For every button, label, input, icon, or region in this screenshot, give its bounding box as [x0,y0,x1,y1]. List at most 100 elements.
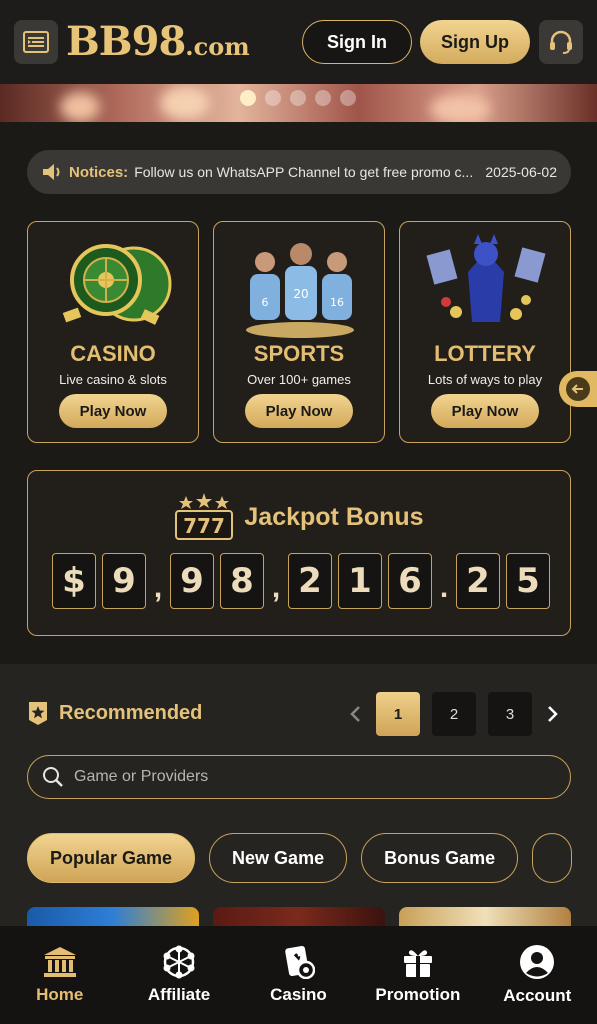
carousel-dots [240,90,356,106]
category-card-casino[interactable]: CASINO Live casino & slots Play Now [27,221,199,443]
speaker-icon [43,164,60,180]
chevron-right-icon [548,706,558,722]
play-now-button[interactable]: Play Now [245,394,353,428]
home-bank-icon [43,947,76,977]
nav-label: Casino [270,985,327,1004]
star-badge-icon [29,702,47,725]
category-title: LOTTERY [434,341,536,366]
jackpot-digit: 2 [456,553,500,609]
jackpot-header: 777 Jackpot Bonus [28,493,570,541]
carousel-dot[interactable] [315,90,331,106]
headset-icon [550,30,572,54]
play-now-button[interactable]: Play Now [431,394,539,428]
sign-in-button[interactable]: Sign In [302,20,412,64]
recommended-header: Recommended [27,700,202,726]
nav-casino[interactable]: Casino [243,945,353,1005]
search-input[interactable] [74,768,556,786]
jackpot-digit: 5 [506,553,550,609]
nav-home[interactable]: Home [5,945,115,1005]
category-title: SPORTS [253,341,345,366]
nav-label: Home [36,985,84,1004]
pagination: 1 2 3 [346,692,562,736]
play-now-button[interactable]: Play Now [59,394,167,428]
page-button[interactable]: 2 [432,692,476,736]
account-icon [520,945,555,979]
svg-text:6: 6 [262,296,269,309]
logo-suffix-text: .com [185,32,250,61]
game-thumbnail[interactable] [27,907,199,927]
svg-text:20: 20 [293,287,308,301]
football-players-icon: 20 6 16 [246,243,354,338]
notice-message: Follow us on WhatsAPP Channel to get fre… [134,164,474,180]
menu-icon [23,31,49,53]
nav-promotion[interactable]: Promotion [363,945,473,1005]
pagination-prev-button[interactable] [346,692,364,736]
carousel-dot[interactable] [265,90,281,106]
promo-banner[interactable] [0,84,597,122]
carousel-dot[interactable] [340,90,356,106]
nav-affiliate[interactable]: Affiliate [124,945,234,1005]
svg-text:16: 16 [330,296,344,309]
game-search-field[interactable] [27,755,571,799]
banner-bokeh [60,92,100,122]
chip-bonus-game[interactable]: Bonus Game [361,833,519,883]
game-thumbnails [27,907,571,927]
nav-label: Account [503,986,572,1005]
game-filter-chips: Popular Game New Game Bonus Game [27,833,597,883]
category-title: CASINO [70,341,156,366]
chip-new-game[interactable]: New Game [209,833,348,883]
banner-bokeh [430,94,490,122]
gift-icon [403,950,432,977]
carousel-dot[interactable] [240,90,256,106]
affiliate-network-icon [163,945,195,979]
jackpot-digit: 9 [102,553,146,609]
arrow-left-icon [571,384,583,394]
jackpot-digit: 2 [288,553,332,609]
search-icon [43,767,63,787]
roulette-icon [62,244,172,325]
notice-label: Notices: [69,163,129,181]
banner-bokeh [160,86,210,120]
category-card-lottery[interactable]: LOTTERY Lots of ways to play Play Now [399,221,571,443]
jackpot-digit: 1 [338,553,382,609]
jackpot-counter: $ 9 , 9 8 , 2 1 6 . 2 5 [52,553,550,609]
recommended-title: Recommended [59,701,203,724]
category-subtitle: Over 100+ games [247,372,351,387]
page-button[interactable]: 3 [488,692,532,736]
bottom-navigation: Home Affiliate Casino Promotion Account [0,926,597,1024]
notice-bar[interactable]: Notices: Follow us on WhatsAPP Channel t… [27,150,571,194]
slot-777-icon: 777 [175,493,234,540]
chip-popular-game[interactable]: Popular Game [27,833,196,883]
slot-badge-text: 777 [184,514,226,538]
side-tab-inner [566,377,590,401]
nav-label: Promotion [375,985,461,1004]
nav-label: Affiliate [147,985,211,1004]
category-subtitle: Live casino & slots [59,372,167,387]
page-button[interactable]: 1 [376,692,420,736]
nav-account[interactable]: Account [482,944,592,1006]
jackpot-digit: $ [52,553,96,609]
jackpot-title: Jackpot Bonus [244,502,424,531]
menu-button[interactable] [14,20,58,64]
jackpot-separator: . [439,571,449,604]
notice-date: 2025-06-02 [485,164,557,180]
jackpot-digit: 6 [388,553,432,609]
carousel-dot[interactable] [290,90,306,106]
brand-logo[interactable]: BB98 .com [66,18,250,66]
chip-more[interactable] [532,833,573,883]
game-thumbnail[interactable] [399,907,571,927]
category-subtitle: Lots of ways to play [427,372,543,387]
jackpot-separator: , [271,571,281,604]
pagination-next-button[interactable] [544,692,562,736]
game-thumbnail[interactable] [213,907,385,927]
jackpot-separator: , [153,571,163,604]
category-card-sports[interactable]: 20 6 16 SPORTS Over 100+ games Play Now [213,221,385,443]
support-button[interactable] [539,20,583,64]
jackpot-digit: 8 [220,553,264,609]
jackpot-panel: 777 Jackpot Bonus $ 9 , 9 8 , 2 1 6 . 2 … [27,470,571,636]
lottery-heroine-icon [426,234,546,322]
side-drawer-tab[interactable] [559,371,597,407]
top-header: BB98 .com Sign In Sign Up [0,0,597,84]
casino-cards-icon [285,945,316,979]
sign-up-button[interactable]: Sign Up [420,20,530,64]
